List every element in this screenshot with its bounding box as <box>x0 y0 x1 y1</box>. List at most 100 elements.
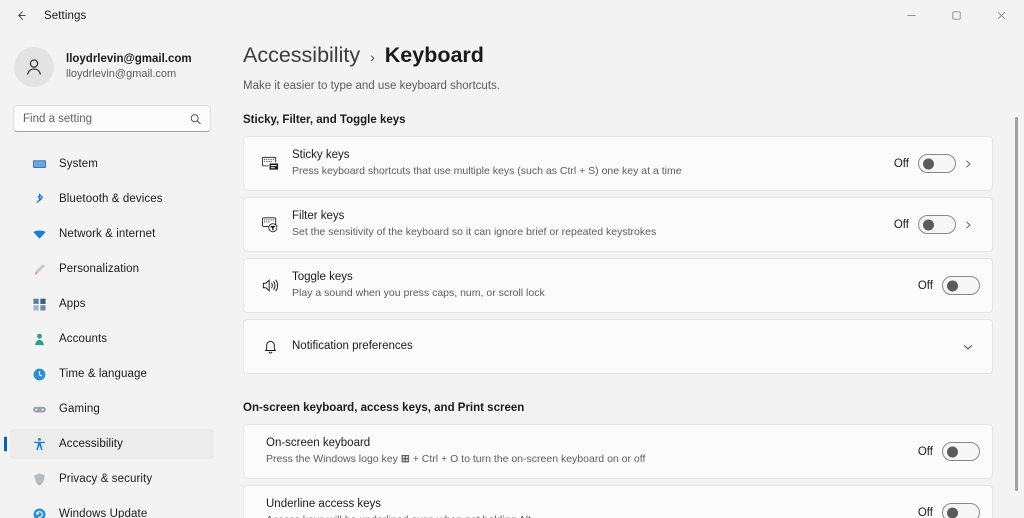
card-controls: Off <box>894 215 980 234</box>
card-title: Sticky keys <box>292 149 350 161</box>
search-box[interactable] <box>13 105 211 132</box>
toggle-state-label: Off <box>917 445 933 458</box>
network-icon <box>30 227 48 242</box>
toggle-knob <box>923 219 934 230</box>
underline-access-keys-toggle[interactable] <box>942 503 980 518</box>
sidebar-item-time-language[interactable]: Time & language <box>10 359 214 389</box>
page-title: Keyboard <box>384 43 484 67</box>
accessibility-person-icon <box>30 437 48 452</box>
sidebar-item-bluetooth-devices[interactable]: Bluetooth & devices <box>10 184 214 214</box>
bell-icon <box>256 337 284 356</box>
card-description-after: + Ctrl + O to turn the on-screen keyboar… <box>412 453 646 465</box>
window-title: Settings <box>44 9 87 22</box>
back-arrow-icon <box>15 9 28 22</box>
filter-keys-toggle[interactable] <box>918 215 956 234</box>
card-body: Sticky keys Press keyboard shortcuts tha… <box>284 148 894 179</box>
toggle-state-label: Off <box>893 218 909 231</box>
card-underline-access-keys[interactable]: Underline access keys Access keys will b… <box>243 485 993 518</box>
on-screen-keyboard-toggle[interactable] <box>942 442 980 461</box>
chevron-down-icon[interactable] <box>956 341 980 353</box>
title-bar: Settings <box>0 0 1024 31</box>
card-description-before: Press the Windows logo key <box>266 453 398 465</box>
close-button[interactable] <box>979 0 1024 31</box>
sidebar-nav: System Bluetooth & devices Network & int… <box>0 149 224 518</box>
card-title: Toggle keys <box>292 271 353 283</box>
sidebar-item-system[interactable]: System <box>10 149 214 179</box>
card-title: Notification preferences <box>292 340 413 352</box>
card-description: Access keys will be underlined even when… <box>266 513 918 518</box>
sidebar-item-apps[interactable]: Apps <box>10 289 214 319</box>
minimize-icon <box>906 10 917 21</box>
window-controls <box>889 0 1024 31</box>
toggle-knob <box>923 158 934 169</box>
sticky-keys-keyboard-icon <box>256 154 284 173</box>
restore-icon <box>951 10 962 21</box>
toggle-knob <box>947 280 958 291</box>
sidebar-item-accounts[interactable]: Accounts <box>10 324 214 354</box>
minimize-button[interactable] <box>889 0 934 31</box>
sidebar-item-privacy-security[interactable]: Privacy & security <box>10 464 214 494</box>
account-email: lloydrlevin@gmail.com <box>66 68 177 80</box>
breadcrumb-separator-icon: › <box>370 49 375 65</box>
account-name: lloydrlevin@gmail.com <box>66 53 192 65</box>
account-tile[interactable]: lloydrlevin@gmail.com lloydrlevin@gmail.… <box>0 31 224 93</box>
card-notification-preferences[interactable]: Notification preferences <box>243 319 993 374</box>
toggle-state-label: Off <box>917 506 933 518</box>
close-icon <box>996 10 1007 21</box>
card-filter-keys[interactable]: Filter keys Set the sensitivity of the k… <box>243 197 993 252</box>
sidebar-item-windows-update[interactable]: Windows Update <box>10 499 214 518</box>
sidebar-item-gaming[interactable]: Gaming <box>10 394 214 424</box>
avatar <box>14 47 54 87</box>
toggle-keys-toggle[interactable] <box>942 276 980 295</box>
card-description: Press the Windows logo key ⊞ + Ctrl + O to… <box>266 452 918 467</box>
search-icon <box>189 112 202 125</box>
personalization-brush-icon <box>30 262 48 277</box>
toggle-knob <box>947 446 958 457</box>
card-controls: Off <box>918 442 980 461</box>
sidebar-item-label: Network & internet <box>59 228 156 240</box>
card-toggle-keys[interactable]: Toggle keys Play a sound when you press … <box>243 258 993 313</box>
page-subtitle: Make it easier to type and use keyboard … <box>243 80 500 92</box>
sidebar-item-label: Time & language <box>59 368 148 380</box>
main-content: Accessibility › Keyboard Make it easier … <box>224 31 1024 518</box>
card-body: Underline access keys Access keys will b… <box>256 497 918 518</box>
windows-logo-key-icon: ⊞ <box>400 453 410 465</box>
sidebar-item-label: Accounts <box>59 333 108 345</box>
filter-keys-keyboard-icon <box>256 215 284 234</box>
accounts-icon <box>30 332 48 347</box>
card-body: Notification preferences <box>284 339 950 354</box>
sidebar-item-label: Bluetooth & devices <box>59 193 163 205</box>
card-title: Underline access keys <box>266 498 382 510</box>
search-container <box>0 93 224 132</box>
chevron-right-icon[interactable] <box>956 220 980 230</box>
toggle-state-label: Off <box>893 157 909 170</box>
card-body: Filter keys Set the sensitivity of the k… <box>284 209 894 240</box>
settings-window: Settings lloydrlevin@gmail.com lloydrlev… <box>0 0 1024 518</box>
speaker-sound-icon <box>256 276 284 295</box>
content-scrollbar[interactable] <box>1015 117 1018 491</box>
sidebar-item-personalization[interactable]: Personalization <box>10 254 214 284</box>
section-cards-2: On-screen keyboard Press the Windows log… <box>224 414 1024 518</box>
sidebar-item-label: Personalization <box>59 263 140 275</box>
sidebar-item-label: Privacy & security <box>59 473 153 485</box>
sidebar-item-network-internet[interactable]: Network & internet <box>10 219 214 249</box>
card-controls <box>950 341 980 353</box>
card-title: On-screen keyboard <box>266 437 371 449</box>
sidebar-item-label: Windows Update <box>59 508 148 518</box>
toggle-knob <box>947 507 958 518</box>
sticky-keys-toggle[interactable] <box>918 154 956 173</box>
sidebar-item-label: System <box>59 158 98 170</box>
sidebar-item-label: Gaming <box>59 403 100 415</box>
sidebar-item-accessibility[interactable]: Accessibility <box>10 429 214 459</box>
card-controls: Off <box>918 276 980 295</box>
card-on-screen-keyboard[interactable]: On-screen keyboard Press the Windows log… <box>243 424 993 479</box>
back-button[interactable] <box>6 3 36 29</box>
breadcrumb-parent[interactable]: Accessibility <box>243 43 360 68</box>
search-input[interactable] <box>14 106 210 131</box>
card-controls: Off <box>918 503 980 518</box>
section-title-sticky-filter-toggle: Sticky, Filter, and Toggle keys <box>243 114 406 126</box>
maximize-button[interactable] <box>934 0 979 31</box>
apps-icon <box>30 297 48 312</box>
card-sticky-keys[interactable]: Sticky keys Press keyboard shortcuts tha… <box>243 136 993 191</box>
chevron-right-icon[interactable] <box>956 159 980 169</box>
